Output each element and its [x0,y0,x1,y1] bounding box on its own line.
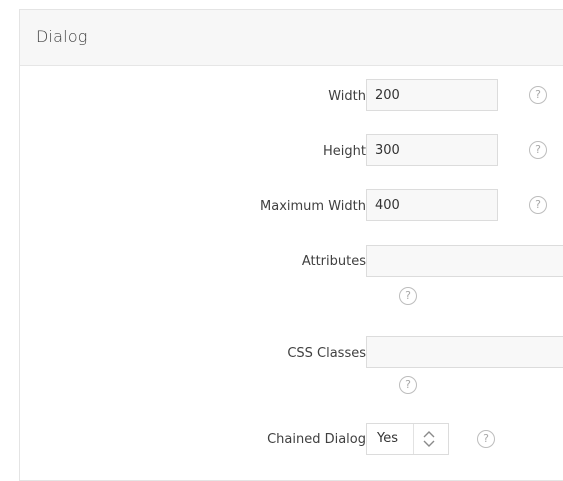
maximum-width-help-icon[interactable]: ? [529,196,547,214]
region-header: Dialog [20,10,563,66]
css-classes-label: CSS Classes [287,346,366,361]
region-title: Dialog [36,27,88,46]
css-classes-field[interactable] [366,336,563,368]
attributes-label: Attributes [301,254,366,269]
width-label: Width [328,89,366,104]
height-label: Height [323,144,366,159]
chevron-up-down-icon [423,431,435,447]
select-divider [413,424,414,454]
width-help-icon[interactable]: ? [529,86,547,104]
maximum-width-field[interactable] [366,189,498,221]
chained-dialog-label: Chained Dialog [267,432,366,447]
attributes-help-icon[interactable]: ? [399,287,417,305]
height-field[interactable] [366,134,498,166]
chained-dialog-selected-value: Yes [377,431,398,446]
chained-dialog-help-icon[interactable]: ? [477,430,495,448]
height-help-icon[interactable]: ? [529,141,547,159]
css-classes-help-icon[interactable]: ? [399,376,417,394]
maximum-width-label: Maximum Width [260,199,366,214]
attributes-field[interactable] [366,245,563,277]
width-field[interactable] [366,79,498,111]
chained-dialog-select[interactable]: Yes [366,423,449,455]
